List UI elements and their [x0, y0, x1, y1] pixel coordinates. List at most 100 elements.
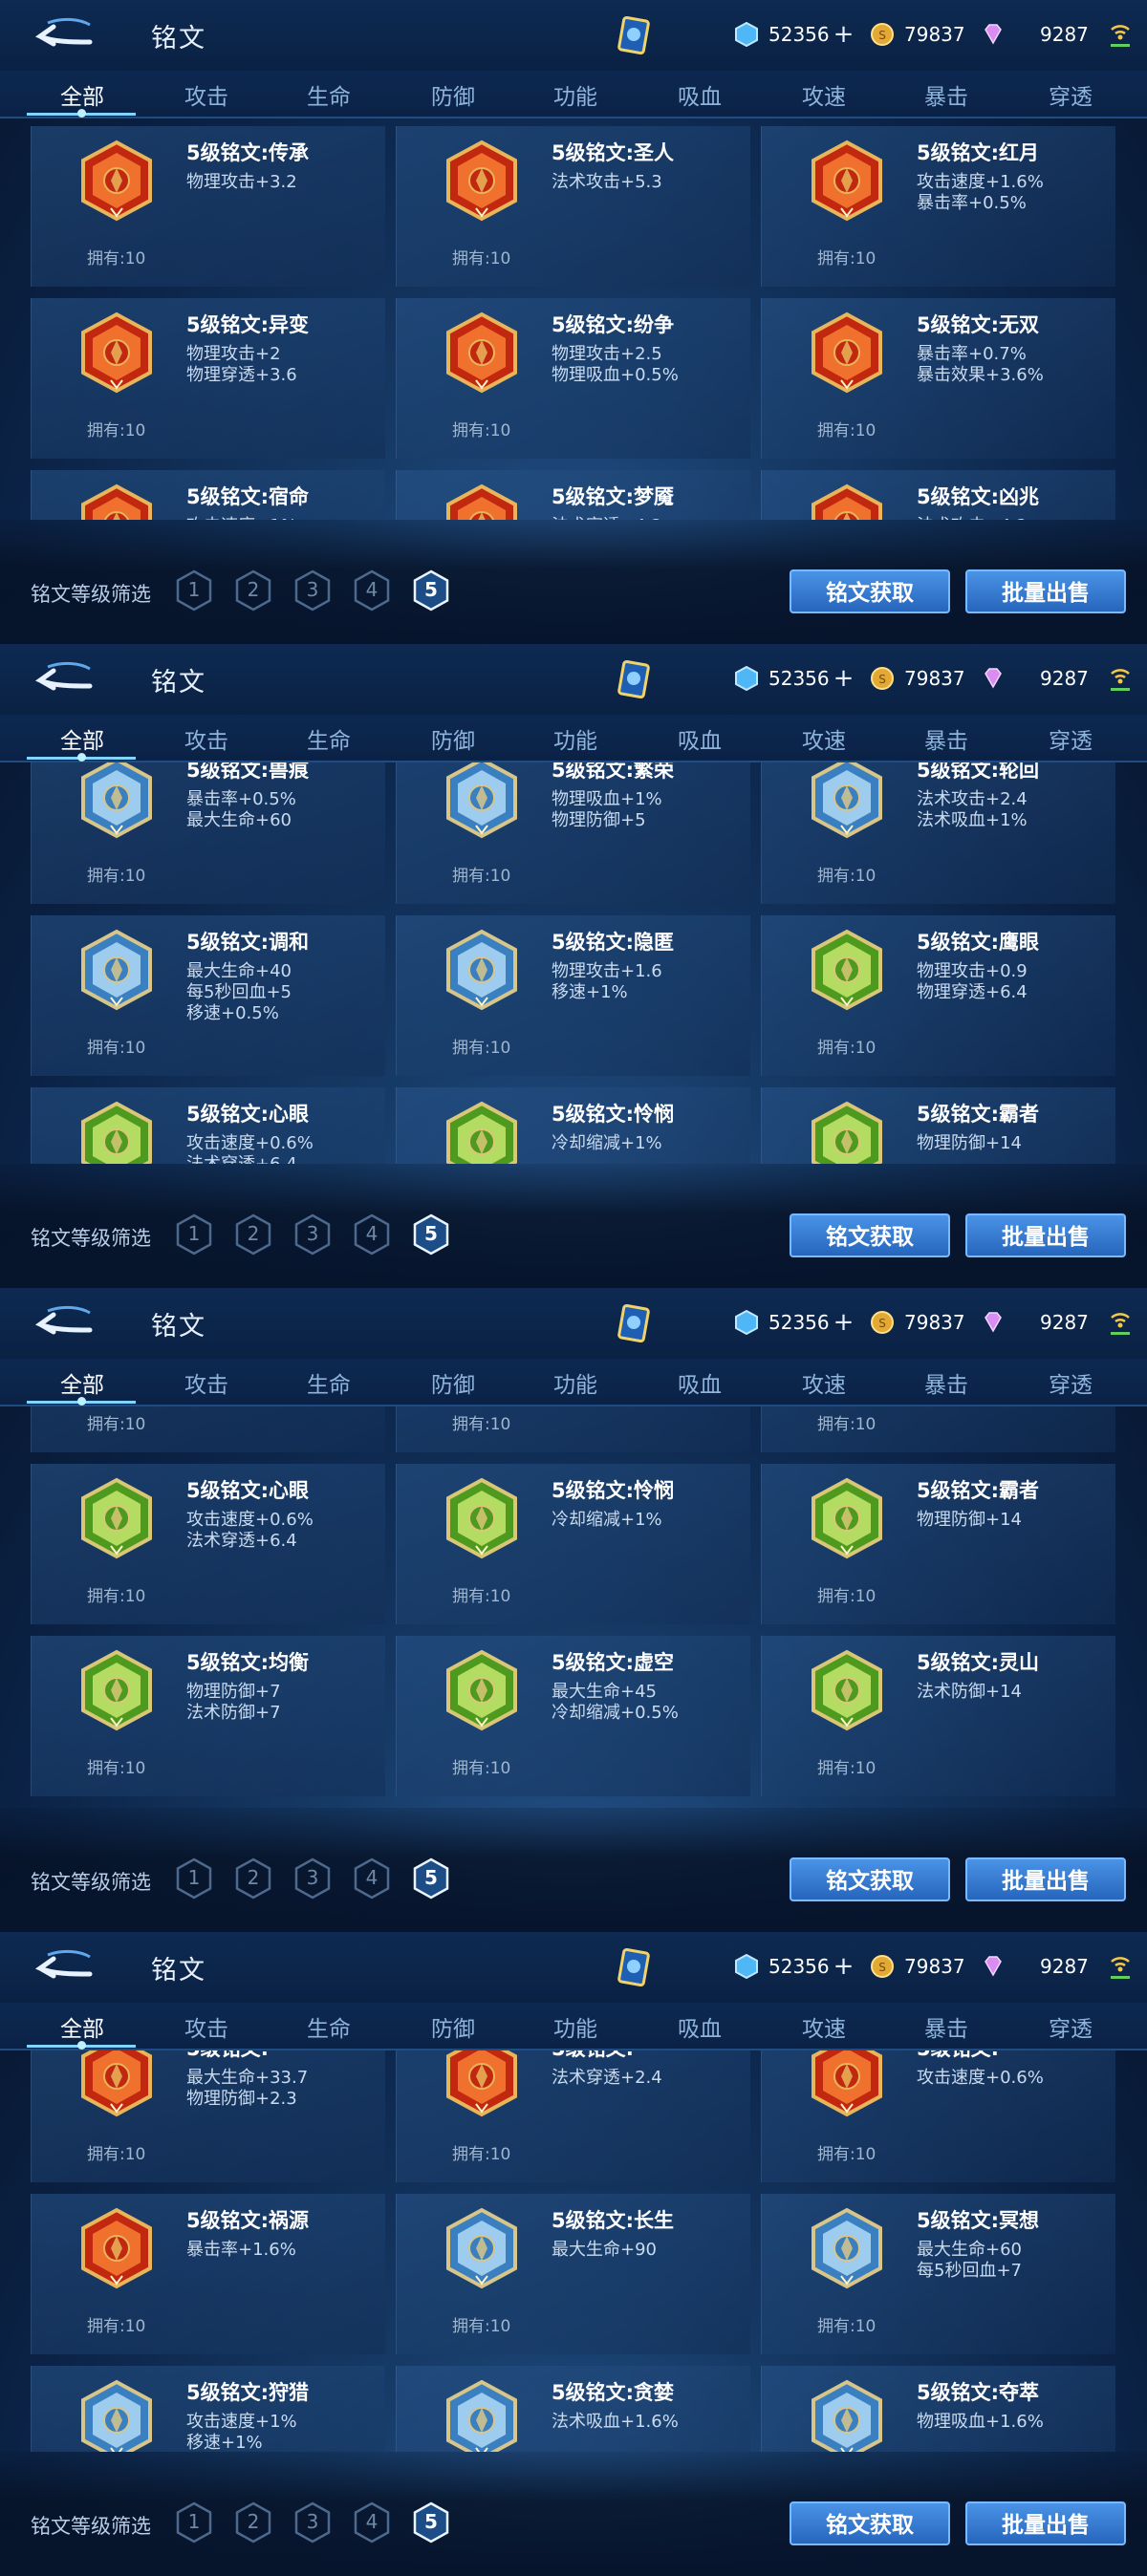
tab-item[interactable]: 暴击 [898, 1366, 994, 1399]
level-filter-1[interactable]: 1 [174, 2501, 214, 2544]
obtain-rune-button[interactable]: 铭文获取 [790, 1213, 950, 1257]
rune-card[interactable]: 5级铭文:无双 暴击率+0.7% 暴击效果+3.6% 拥有:10 [761, 298, 1115, 459]
batch-sell-button[interactable]: 批量出售 [965, 569, 1126, 613]
rune-card[interactable]: 5级铭文:鹰眼物理攻击+0.9物理穿透+6.4拥有:10 [761, 915, 1115, 1076]
level-filter-5[interactable]: 5 [411, 569, 451, 612]
rune-card[interactable]: 5级铭文:贪婪 法术吸血+1.6% [396, 2366, 750, 2452]
tab-item[interactable]: 全部 [34, 1366, 130, 1399]
tab-item[interactable]: 攻击 [159, 722, 254, 755]
tab-item[interactable]: 穿透 [1023, 2010, 1118, 2043]
level-filter-2[interactable]: 2 [233, 1213, 273, 1256]
tab-item[interactable]: 暴击 [898, 722, 994, 755]
rune-card[interactable]: 5级铭文:调和最大生命+40每5秒回血+5移速+0.5%拥有:10 [31, 915, 385, 1076]
back-arrow-icon[interactable] [34, 657, 94, 696]
level-filter-4[interactable]: 4 [352, 1857, 392, 1900]
rune-card[interactable]: 5级铭文:宿命攻击速度+1% [31, 470, 385, 520]
rune-card[interactable]: 5级铭文:繁荣 物理吸血+1% 物理防御+5 拥有:10 [396, 762, 750, 904]
rune-card[interactable]: 5级铭文:鹰眼物理攻击+0.9物理穿透+6.4拥有:10 [761, 1406, 1115, 1452]
rune-card[interactable]: 5级铭文:怜悯 冷却缩减+1% [396, 1087, 750, 1164]
tab-item[interactable]: 生命 [281, 1366, 377, 1399]
tab-item[interactable]: 攻速 [776, 1366, 872, 1399]
rune-card-icon[interactable] [617, 1947, 650, 1987]
batch-sell-button[interactable]: 批量出售 [965, 2501, 1126, 2545]
level-filter-4[interactable]: 4 [352, 1213, 392, 1256]
rune-card[interactable]: 5级铭文:凶兆法术攻击+4.2 [761, 470, 1115, 520]
rune-card[interactable]: 5级铭文:冥想 最大生命+60 每5秒回血+7 拥有:10 [761, 2194, 1115, 2354]
tab-item[interactable]: 全部 [34, 78, 130, 111]
obtain-rune-button[interactable]: 铭文获取 [790, 569, 950, 613]
tab-item[interactable]: 防御 [405, 78, 501, 111]
rune-card[interactable]: 5级铭文:传承 物理攻击+3.2 拥有:10 [31, 126, 385, 287]
level-filter-2[interactable]: 2 [233, 2501, 273, 2544]
add-gem-button[interactable]: + [833, 22, 855, 47]
rune-card[interactable]: 5级铭文:灵山 法术防御+14 拥有:10 [761, 1636, 1115, 1796]
tab-item[interactable]: 吸血 [652, 2010, 747, 2043]
tab-item[interactable]: 吸血 [652, 78, 747, 111]
rune-card-icon[interactable] [617, 15, 650, 55]
rune-card-icon[interactable] [617, 1303, 650, 1343]
tab-item[interactable]: 功能 [528, 1366, 623, 1399]
tab-item[interactable]: 防御 [405, 2010, 501, 2043]
tab-item[interactable]: 生命 [281, 2010, 377, 2043]
rune-card[interactable]: 5级铭文:怜悯 冷却缩减+1% 拥有:10 [396, 1464, 750, 1624]
tab-item[interactable]: 攻速 [776, 722, 872, 755]
batch-sell-button[interactable]: 批量出售 [965, 1213, 1126, 1257]
rune-card[interactable]: 5级铭文:纷争 物理攻击+2.5 物理吸血+0.5% 拥有:10 [396, 298, 750, 459]
back-arrow-icon[interactable] [34, 13, 94, 52]
tab-item[interactable]: 功能 [528, 78, 623, 111]
rune-card[interactable]: 5级铭文:圣人 法术攻击+5.3 拥有:10 [396, 126, 750, 287]
level-filter-5[interactable]: 5 [411, 1857, 451, 1900]
obtain-rune-button[interactable]: 铭文获取 [790, 2501, 950, 2545]
tab-item[interactable]: 穿透 [1023, 78, 1118, 111]
rune-card[interactable]: 5级铭文:长生 最大生命+90 拥有:10 [396, 2194, 750, 2354]
back-arrow-icon[interactable] [34, 1301, 94, 1340]
tab-item[interactable]: 攻击 [159, 2010, 254, 2043]
tab-item[interactable]: 攻击 [159, 1366, 254, 1399]
tab-item[interactable]: 生命 [281, 78, 377, 111]
rune-card[interactable]: 5级铭文:虚空 最大生命+45 冷却缩减+0.5% 拥有:10 [396, 1636, 750, 1796]
rune-card[interactable]: 5级铭文:最大生命+33.7物理防御+2.3拥有:10 [31, 2050, 385, 2182]
rune-card[interactable]: 5级铭文:祸源 暴击率+1.6% 拥有:10 [31, 2194, 385, 2354]
rune-card[interactable]: 5级铭文:均衡 物理防御+7 法术防御+7 拥有:10 [31, 1636, 385, 1796]
rune-card[interactable]: 5级铭文:夺萃 物理吸血+1.6% [761, 2366, 1115, 2452]
tab-item[interactable]: 防御 [405, 1366, 501, 1399]
rune-card[interactable]: 5级铭文:异变 物理攻击+2 物理穿透+3.6 拥有:10 [31, 298, 385, 459]
level-filter-3[interactable]: 3 [292, 1857, 333, 1900]
level-filter-4[interactable]: 4 [352, 2501, 392, 2544]
level-filter-1[interactable]: 1 [174, 1213, 214, 1256]
batch-sell-button[interactable]: 批量出售 [965, 1857, 1126, 1901]
rune-card[interactable]: 5级铭文:心眼攻击速度+0.6%法术穿透+6.4 [31, 1087, 385, 1164]
level-filter-5[interactable]: 5 [411, 2501, 451, 2544]
level-filter-4[interactable]: 4 [352, 569, 392, 612]
rune-card[interactable]: 5级铭文: 法术穿透+2.4 拥有:10 [396, 2050, 750, 2182]
rune-card[interactable]: 5级铭文:梦魇法术穿透+4.2 [396, 470, 750, 520]
tab-item[interactable]: 暴击 [898, 78, 994, 111]
add-gem-button[interactable]: + [833, 1954, 855, 1979]
tab-item[interactable]: 防御 [405, 722, 501, 755]
tab-item[interactable]: 攻速 [776, 78, 872, 111]
tab-item[interactable]: 功能 [528, 722, 623, 755]
rune-card[interactable]: 5级铭文:轮回 法术攻击+2.4 法术吸血+1% 拥有:10 [761, 762, 1115, 904]
tab-item[interactable]: 功能 [528, 2010, 623, 2043]
tab-item[interactable]: 吸血 [652, 722, 747, 755]
level-filter-2[interactable]: 2 [233, 569, 273, 612]
back-arrow-icon[interactable] [34, 1945, 94, 1984]
tab-item[interactable]: 攻速 [776, 2010, 872, 2043]
add-gem-button[interactable]: + [833, 1310, 855, 1335]
tab-item[interactable]: 全部 [34, 2010, 130, 2043]
level-filter-3[interactable]: 3 [292, 569, 333, 612]
rune-card[interactable]: 5级铭文:隐匿物理攻击+1.6移速+1%拥有:10 [396, 915, 750, 1076]
rune-card-icon[interactable] [617, 659, 650, 699]
rune-card[interactable]: 5级铭文:调和最大生命+40每5秒回血+5移速+0.5%拥有:10 [31, 1406, 385, 1452]
level-filter-5[interactable]: 5 [411, 1213, 451, 1256]
rune-card[interactable]: 5级铭文:狩猎攻击速度+1%移速+1%拥有:10 [31, 2366, 385, 2452]
tab-item[interactable]: 穿透 [1023, 722, 1118, 755]
rune-card[interactable]: 5级铭文:隐匿物理攻击+1.6移速+1%拥有:10 [396, 1406, 750, 1452]
level-filter-1[interactable]: 1 [174, 569, 214, 612]
level-filter-3[interactable]: 3 [292, 1213, 333, 1256]
rune-card[interactable]: 5级铭文:心眼 攻击速度+0.6% 法术穿透+6.4 拥有:10 [31, 1464, 385, 1624]
rune-card[interactable]: 5级铭文:红月 攻击速度+1.6% 暴击率+0.5% 拥有:10 [761, 126, 1115, 287]
tab-item[interactable]: 暴击 [898, 2010, 994, 2043]
tab-item[interactable]: 生命 [281, 722, 377, 755]
tab-item[interactable]: 穿透 [1023, 1366, 1118, 1399]
